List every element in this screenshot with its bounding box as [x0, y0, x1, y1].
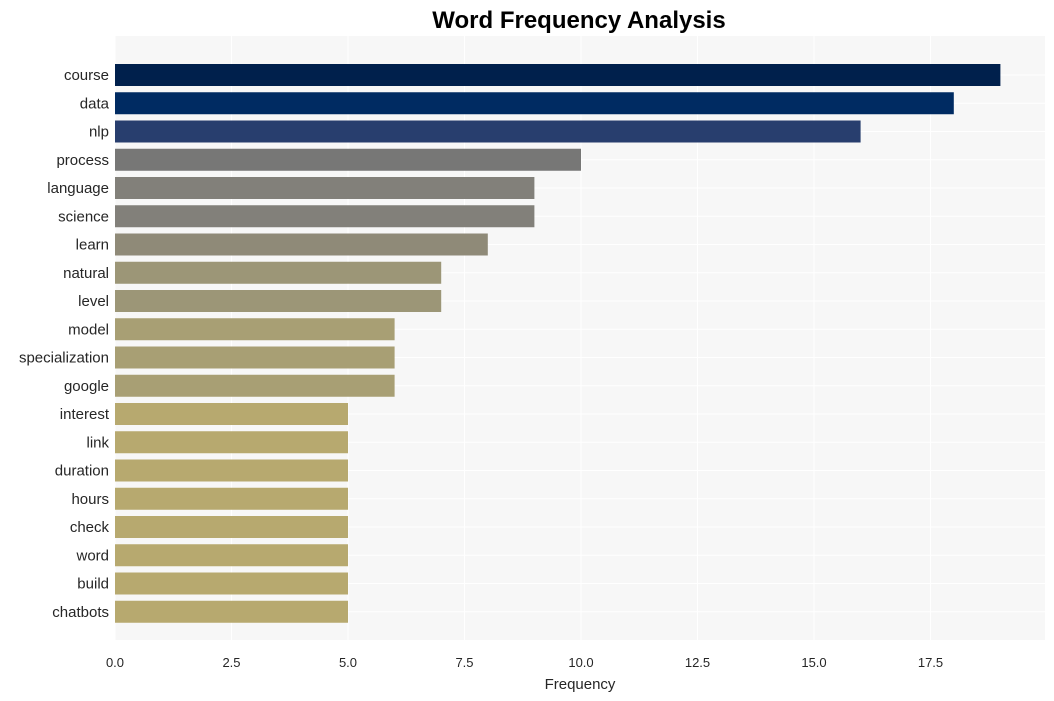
category-label-science: science [58, 208, 109, 225]
bar-build [115, 572, 348, 595]
category-label-hours: hours [71, 491, 109, 508]
x-axis-label: Frequency [545, 676, 616, 693]
x-tick-label: 0.0 [106, 655, 124, 670]
bar-model [115, 318, 395, 341]
category-label-google: google [64, 378, 109, 395]
bar-process [115, 148, 581, 171]
bar-language [115, 177, 535, 199]
word-frequency-chart: course data nlp process language science learn… [19, 7, 1045, 693]
category-label-course: course [64, 67, 109, 84]
bar-level [115, 290, 442, 312]
bar-hours [115, 487, 348, 510]
bar-link [115, 431, 348, 454]
bar-word [115, 544, 348, 567]
category-label-check: check [70, 519, 110, 536]
category-label-nlp: nlp [89, 124, 109, 141]
category-label-link: link [86, 434, 109, 451]
x-tick-label: 5.0 [339, 655, 357, 670]
chart-title: Word Frequency Analysis [432, 7, 725, 34]
category-label-level: level [78, 293, 109, 310]
bar-google [115, 374, 395, 397]
category-label-process: process [56, 152, 109, 169]
bar-learn [115, 233, 488, 256]
bar-data [115, 92, 954, 115]
category-label-build: build [77, 576, 109, 593]
x-tick-label: 7.5 [455, 655, 473, 670]
category-label-chatbots: chatbots [52, 604, 109, 621]
bar-science [115, 205, 535, 228]
category-label-interest: interest [60, 406, 110, 423]
category-label-language: language [47, 180, 109, 197]
x-tick-label: 2.5 [222, 655, 240, 670]
category-labels: course data nlp process language science learn… [19, 67, 110, 621]
category-label-word: word [75, 547, 109, 564]
x-tick-label: 15.0 [801, 655, 826, 670]
bar-interest [115, 403, 348, 425]
category-label-natural: natural [63, 265, 109, 282]
bar-check [115, 516, 348, 538]
category-label-duration: duration [55, 463, 109, 480]
category-label-model: model [68, 321, 109, 338]
bar-chatbots [115, 600, 348, 623]
x-tick-label: 10.0 [568, 655, 593, 670]
category-label-specialization: specialization [19, 350, 109, 367]
bar-nlp [115, 120, 861, 143]
x-tick-label: 12.5 [685, 655, 710, 670]
bar-specialization [115, 346, 395, 369]
bar-duration [115, 459, 348, 482]
bar-course [115, 64, 1001, 86]
x-tick-label: 17.5 [918, 655, 943, 670]
x-tick-labels: 0.0 2.5 5.0 7.5 10.0 12.5 15.0 17.5 [106, 655, 943, 670]
category-label-learn: learn [76, 237, 109, 254]
bar-natural [115, 261, 442, 284]
category-label-data: data [80, 95, 110, 112]
